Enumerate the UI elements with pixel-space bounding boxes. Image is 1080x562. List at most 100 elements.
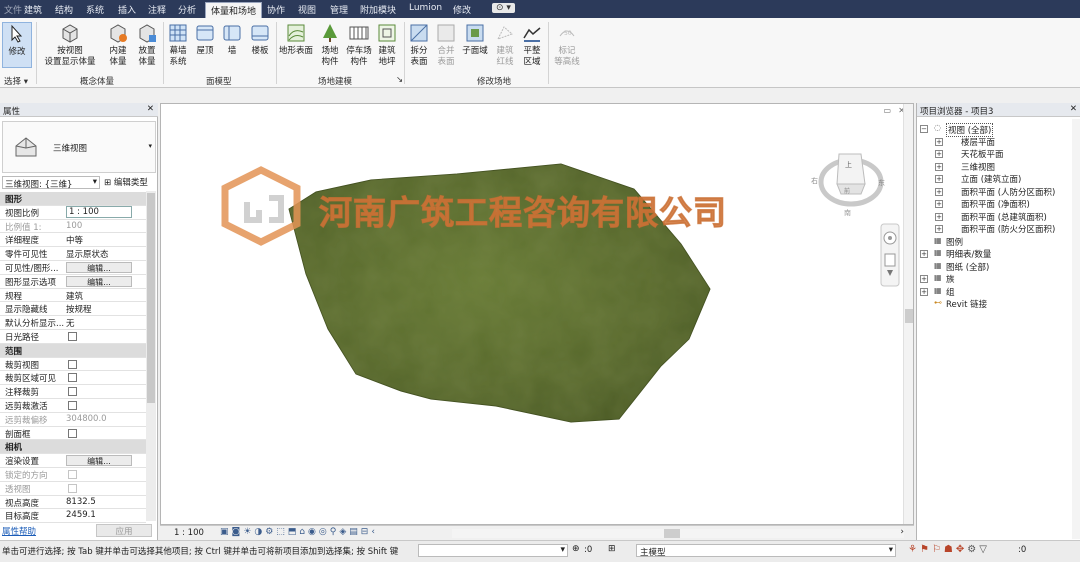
browser-node[interactable]: 面积平面 (净面积) [961,198,1030,210]
close-icon[interactable]: ✕ [147,104,154,114]
property-line-button[interactable]: 建筑 红线 [492,22,518,68]
instance-selector[interactable]: 三维视图: {三维} ▾ [2,176,100,190]
3d-viewport[interactable]: 河南广筑工程咨询有限公司 上 右 东 南 前 ▭ ✕ [160,103,914,525]
toposurface-button[interactable]: 地形表面 [278,22,314,57]
analysis-icon[interactable]: ◈ [339,527,349,537]
property-value[interactable]: 2459.1 [66,510,96,520]
viewcube-label-west[interactable]: 右 [811,176,818,186]
menu-annotate[interactable]: 注释 [148,3,166,16]
property-checkbox[interactable] [68,483,77,493]
browser-node[interactable]: 楼层平面 [961,136,995,148]
highlight-icon[interactable]: ▤ [349,527,361,537]
browser-node[interactable]: 明细表/数量 [946,248,991,260]
expand-toggle[interactable]: + [935,187,943,196]
viewcube-label-front[interactable]: 前 [844,186,850,195]
property-value[interactable]: 304800.0 [66,414,107,424]
render-icon[interactable]: ⚙ [265,527,276,537]
property-category[interactable]: 图形 [0,192,146,206]
select-face-icon[interactable]: ☗ [944,544,956,555]
menu-massing-site[interactable]: 体量和场地 [205,2,263,18]
menu-collaborate[interactable]: 协作 [267,3,285,16]
property-category[interactable]: 相机 [0,440,146,455]
menu-manage[interactable]: 管理 [330,3,348,16]
browser-node[interactable]: 面积平面 (总建筑面积) [961,211,1047,223]
viewcube-label-top[interactable]: 上 [845,160,852,170]
temp-hide-icon[interactable]: ◉ [308,527,319,537]
inplace-mass-button[interactable]: 内建 体量 [104,22,132,68]
expand-toggle[interactable]: + [920,250,928,258]
expand-toggle[interactable]: + [935,137,943,146]
lock-view-icon[interactable]: ⌂ [299,527,308,537]
properties-scrollbar[interactable] [146,191,156,521]
crop-region-icon[interactable]: ⬒ [288,527,300,537]
browser-node[interactable]: Revit 链接 [946,298,987,310]
background-process-icon[interactable]: ⚙ [967,544,979,555]
menu-lumion[interactable]: Lumion [409,3,442,13]
constraints-icon[interactable]: ⊟ [361,527,372,537]
property-value[interactable]: 8132.5 [66,497,96,507]
wall-button[interactable]: 墙 [220,22,244,57]
property-checkbox[interactable] [68,359,77,369]
expand-toggle[interactable]: + [935,200,943,208]
menu-architecture[interactable]: 建筑 [24,3,42,16]
building-pad-button[interactable]: 建筑 地坪 [375,22,399,68]
active-model-select[interactable]: 主模型 ▾ [636,544,896,558]
property-checkbox[interactable] [68,428,77,438]
workset-icon[interactable]: ⊕ [572,544,580,554]
visual-style-icon[interactable]: ◙ [232,527,244,537]
select-dropdown[interactable]: 选择 ▾ [4,75,28,87]
contextual-dropdown[interactable]: ⊙ ▾ [492,3,515,13]
split-surface-button[interactable]: 拆分 表面 [406,22,432,68]
drag-elements-icon[interactable]: ✥ [956,544,967,555]
apply-button[interactable]: 应用 [96,524,152,537]
property-value[interactable]: 显示原状态 [66,248,109,260]
expand-toggle[interactable]: + [935,150,943,158]
sun-path-icon[interactable]: ☀ [243,527,254,537]
viewport-minimize-icon[interactable]: ▭ [883,106,891,115]
shadows-icon[interactable]: ◑ [254,527,265,537]
scrollbar-thumb[interactable] [147,193,155,403]
scroll-right-icon[interactable]: › [900,527,904,537]
browser-node[interactable]: 面积平面 (防火分区面积) [961,223,1055,235]
browser-node[interactable]: 面积平面 (人防分区面积) [961,186,1055,198]
expand-toggle[interactable]: + [935,162,943,171]
expand-toggle[interactable]: + [935,175,943,183]
type-selector[interactable]: 三维视图 ▾ [2,121,156,173]
property-edit-button[interactable]: 编辑... [66,275,132,287]
browser-node[interactable]: 图例 [946,236,963,248]
browser-node[interactable]: 图纸 (全部) [946,261,989,273]
browser-scrollbar[interactable] [1072,119,1080,539]
viewport-hscroll[interactable]: › [452,527,904,538]
label-contours-button[interactable]: 50 标记 等高线 [551,22,583,68]
site-settings-launcher[interactable]: ↘ [396,75,403,85]
menu-file[interactable]: 文件 [4,3,22,16]
detail-level-icon[interactable]: ▣ [220,527,232,537]
property-value-input[interactable]: 1 : 100 [66,205,132,218]
menu-view[interactable]: 视图 [298,3,316,16]
viewcube-label-east[interactable]: 东 [878,178,885,188]
property-value[interactable]: 按规程 [66,303,92,315]
properties-help-link[interactable]: 属性帮助 [2,525,36,537]
roof-button[interactable]: 屋顶 [193,22,217,57]
menu-insert[interactable]: 插入 [118,3,136,16]
browser-node[interactable]: 三维视图 [961,161,995,173]
property-checkbox[interactable] [68,332,77,341]
expand-toggle[interactable]: + [920,287,928,296]
collapse-toggle[interactable]: − [920,125,928,133]
place-mass-button[interactable]: 放置 体量 [133,22,161,68]
property-checkbox[interactable] [68,387,77,397]
select-underlay-icon[interactable]: ⚑ [920,544,932,555]
viewcube-label-south[interactable]: 南 [844,208,851,218]
menu-structure[interactable]: 结构 [55,3,73,16]
property-value[interactable]: 中等 [66,234,83,246]
show-mass-button[interactable]: 按视图 设置显示体量 [40,22,100,68]
property-edit-button[interactable]: 编辑... [66,262,132,273]
property-value[interactable]: 无 [66,317,75,329]
menu-analyze[interactable]: 分析 [178,3,196,16]
close-icon[interactable]: ✕ [1070,104,1077,114]
property-value[interactable]: 100 [66,221,82,231]
viewport-vscroll[interactable] [903,104,913,524]
subregion-button[interactable]: 子面域 [460,22,490,57]
property-checkbox[interactable] [68,373,77,383]
status-dropdown[interactable]: ▾ [418,544,568,557]
